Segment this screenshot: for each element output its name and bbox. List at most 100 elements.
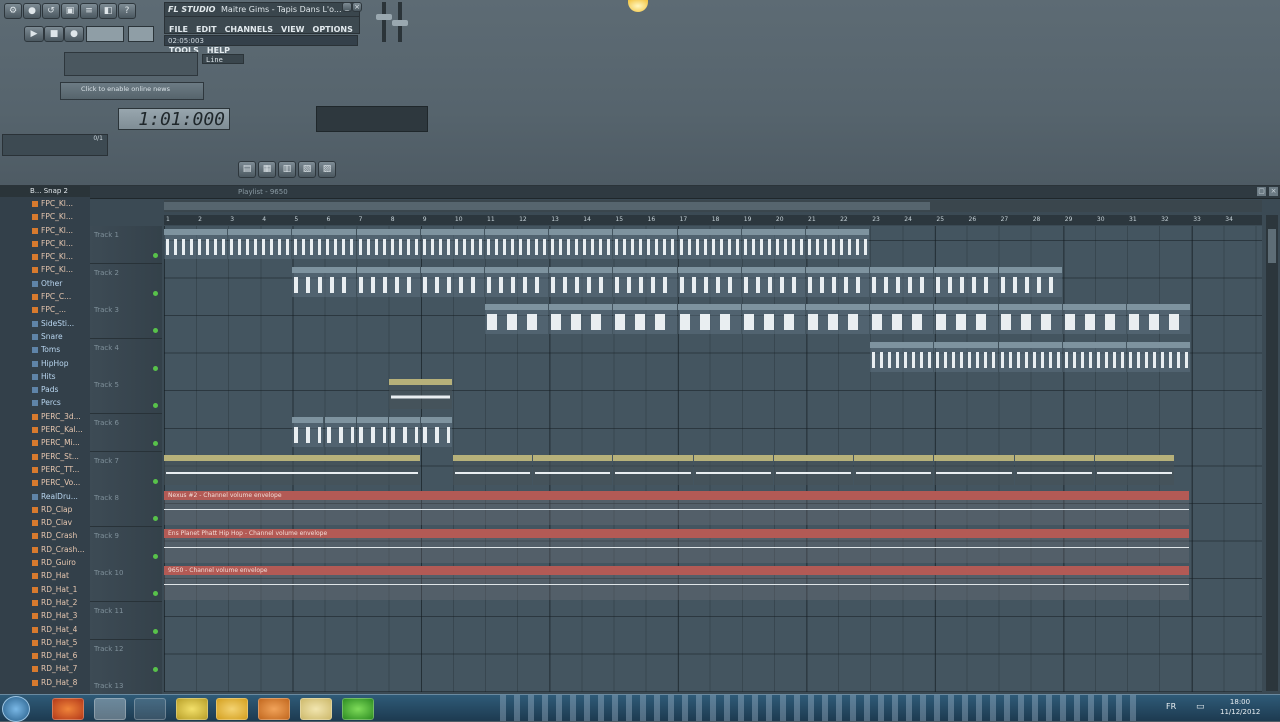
pattern-clip[interactable]: Pattern 2 bbox=[549, 266, 613, 297]
browser-item[interactable]: Toms bbox=[32, 343, 90, 356]
app-icon-2[interactable] bbox=[216, 698, 248, 720]
browser-item[interactable]: HipHop bbox=[32, 357, 90, 370]
overview-bar[interactable] bbox=[164, 200, 1262, 212]
piano-roll-icon[interactable]: ▦ bbox=[258, 161, 276, 178]
volume-handle[interactable] bbox=[376, 14, 392, 20]
help-icon[interactable]: ? bbox=[118, 3, 136, 19]
browser-item[interactable]: RealDru... bbox=[32, 490, 90, 503]
pattern-display[interactable] bbox=[128, 26, 154, 42]
pattern-clip[interactable]: Pattern 1 bbox=[228, 229, 292, 259]
gear-icon[interactable]: ⚙ bbox=[4, 3, 22, 19]
pattern-clip[interactable]: Pattern 2 bbox=[806, 266, 870, 297]
track-mute-led[interactable] bbox=[153, 591, 158, 597]
track-header[interactable]: Track 8 bbox=[90, 489, 162, 528]
pattern-clip[interactable]: Pattern 2 bbox=[292, 266, 356, 297]
browser-item[interactable]: FPC_Kl... bbox=[32, 197, 90, 210]
pattern-clip[interactable]: Pattern 3 bbox=[613, 304, 677, 335]
browser-item[interactable]: FPC_Kl... bbox=[32, 263, 90, 276]
track-header[interactable]: Track 7 bbox=[90, 451, 162, 490]
browser-item[interactable]: RD_Clap bbox=[32, 503, 90, 516]
pattern-clip[interactable]: 9650 bbox=[164, 454, 420, 485]
track-mute-led[interactable] bbox=[153, 516, 158, 522]
browser-item[interactable]: FPC_Kl... bbox=[32, 210, 90, 223]
pattern-clip[interactable]: Pattern 3 bbox=[870, 304, 934, 335]
firefox-icon[interactable] bbox=[52, 698, 84, 720]
track-mute-led[interactable] bbox=[153, 403, 158, 409]
vertical-scrollbar[interactable] bbox=[1266, 215, 1278, 691]
folder-icon[interactable] bbox=[300, 698, 332, 720]
browser-item[interactable]: FPC_C... bbox=[32, 290, 90, 303]
pattern-clip[interactable]: Pattern 2 bbox=[998, 266, 1062, 297]
pattern-clip[interactable]: Pattern 1 bbox=[741, 229, 805, 259]
track-header[interactable]: Track 5 bbox=[90, 376, 162, 415]
track-mute-led[interactable] bbox=[153, 553, 158, 559]
browser-item[interactable]: PERC_St... bbox=[32, 450, 90, 463]
pattern-clip[interactable]: 9650 bbox=[452, 454, 533, 485]
browser-icon[interactable]: ◧ bbox=[99, 3, 117, 19]
pattern-clip[interactable]: Pattern 2 bbox=[613, 266, 677, 297]
pitch-handle[interactable] bbox=[392, 20, 408, 26]
track-mute-led[interactable] bbox=[153, 441, 158, 446]
pattern-clip[interactable]: Pattern 2 bbox=[934, 266, 998, 297]
track-mute-led[interactable] bbox=[153, 290, 158, 296]
browser-item[interactable]: PERC_3d... bbox=[32, 410, 90, 423]
browser-item[interactable]: RD_Hat_6 bbox=[32, 649, 90, 662]
maximize-icon[interactable]: ▢ bbox=[1257, 187, 1266, 196]
track-mute-led[interactable] bbox=[153, 328, 158, 334]
song-time-display[interactable]: 1:01:000 bbox=[118, 108, 230, 130]
browser-item[interactable]: RD_Hat_8 bbox=[32, 676, 90, 689]
browser-item[interactable]: RD_Crash... bbox=[32, 543, 90, 556]
pattern-clip[interactable]: 9650 bbox=[693, 454, 773, 485]
pattern-clip[interactable]: Pattern 4 bbox=[934, 341, 998, 372]
pattern-clip[interactable]: Pattern 5 bbox=[292, 417, 324, 447]
browser-item[interactable]: RD_Hat bbox=[32, 569, 90, 582]
browser-item[interactable]: FPC_Kl... bbox=[32, 250, 90, 263]
browser-item[interactable]: Pads bbox=[32, 383, 90, 396]
pattern-clip[interactable]: Pattern 2 bbox=[870, 266, 934, 297]
language-indicator[interactable]: FR bbox=[1166, 702, 1176, 711]
track-mute-led[interactable] bbox=[153, 478, 158, 484]
pattern-clip[interactable]: Pattern 3 bbox=[485, 304, 549, 335]
pattern-clip[interactable]: Pattern 3 bbox=[549, 304, 613, 335]
mixer-window-icon[interactable]: ▧ bbox=[298, 161, 316, 178]
track-mute-led[interactable] bbox=[153, 365, 158, 371]
pattern-clip[interactable]: Pattern 1 bbox=[485, 229, 549, 259]
browser-item[interactable]: FPC_Kl... bbox=[32, 224, 90, 237]
browser-item[interactable]: Snare bbox=[32, 330, 90, 343]
browser-item[interactable]: Hits bbox=[32, 370, 90, 383]
pattern-clip[interactable]: Pattern 1 bbox=[549, 229, 613, 259]
pattern-clip[interactable]: Pattern 5 bbox=[324, 417, 356, 447]
master-volume-slider[interactable] bbox=[382, 2, 386, 42]
pattern-clip[interactable]: Pattern 4 bbox=[1062, 341, 1126, 372]
track-mute-led[interactable] bbox=[153, 253, 158, 258]
browser-item[interactable]: PERC_Vo... bbox=[32, 476, 90, 489]
app-icon-1[interactable] bbox=[176, 698, 208, 720]
pattern-clip[interactable]: Pattern 1 bbox=[677, 229, 741, 259]
browser-item[interactable]: RD_Hat_2 bbox=[32, 596, 90, 609]
fl-studio-taskbar-icon[interactable] bbox=[94, 698, 126, 720]
track-header[interactable]: Track 4 bbox=[90, 338, 162, 377]
automation-clip[interactable]: Ens Planet Phatt Hip Hop - Channel volum… bbox=[164, 528, 1190, 563]
tool-buttons[interactable] bbox=[64, 52, 198, 76]
pattern-clip[interactable]: Pattern 1 bbox=[292, 229, 356, 259]
pattern-clip[interactable]: Pattern 2 bbox=[677, 266, 741, 297]
browser-item[interactable]: Other bbox=[32, 277, 90, 290]
clock[interactable]: 18:00 11/12/2012 bbox=[1220, 697, 1260, 717]
track-header[interactable]: Track 3 bbox=[90, 301, 162, 340]
pattern-clip[interactable]: Pattern 2 bbox=[485, 266, 549, 297]
undo-icon[interactable]: ↺ bbox=[42, 3, 60, 19]
browser-item[interactable]: RD_Clav bbox=[32, 516, 90, 529]
track-header[interactable]: Track 12 bbox=[90, 639, 162, 678]
playlist-window-icon[interactable]: ▤ bbox=[238, 161, 256, 178]
automation-clip[interactable]: Nexus #2 - Channel volume envelope bbox=[164, 491, 1190, 526]
pattern-clip[interactable]: 9650 bbox=[533, 454, 613, 485]
close-icon[interactable]: × bbox=[1269, 187, 1278, 196]
pattern-clip[interactable]: 9650 bbox=[934, 454, 1014, 485]
network-icon[interactable]: ▭ bbox=[1196, 702, 1205, 712]
pattern-clip[interactable]: Pattern 5 bbox=[388, 417, 420, 447]
pattern-clip[interactable]: 9650 bbox=[773, 454, 854, 485]
horizontal-scrollbar-thumb[interactable] bbox=[164, 202, 930, 210]
track-mute-led[interactable] bbox=[153, 629, 158, 634]
pattern-clip[interactable]: Pattern 2 bbox=[356, 266, 420, 297]
automation-clip[interactable]: 9650 - Channel volume envelope bbox=[164, 566, 1190, 601]
